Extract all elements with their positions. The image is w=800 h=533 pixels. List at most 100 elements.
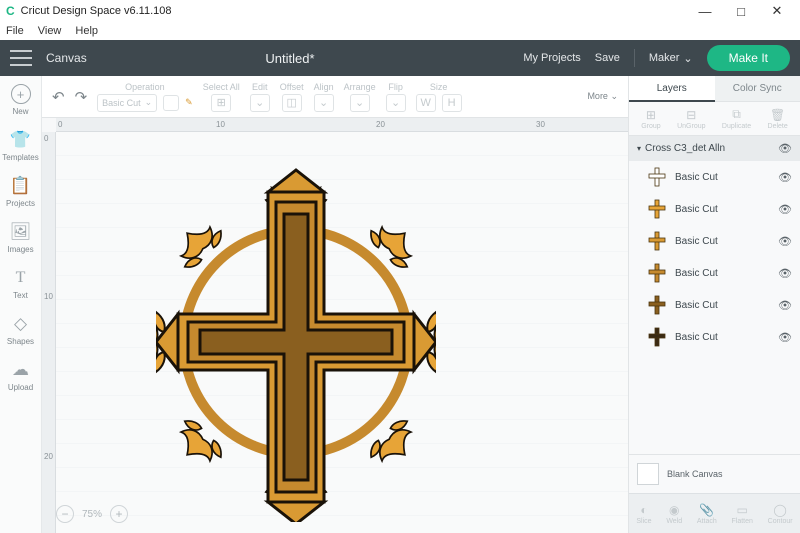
layer-ops-bottom: ◐Slice ◉Weld 📎Attach ▭Flatten ◯Contour bbox=[629, 493, 800, 533]
tab-colorsync[interactable]: Color Sync bbox=[715, 76, 800, 102]
weld-icon: ◉ bbox=[669, 503, 679, 517]
chevron-down-icon: ⌄ bbox=[145, 97, 153, 108]
plus-icon: + bbox=[11, 84, 31, 104]
eye-icon[interactable]: 👁 bbox=[778, 299, 792, 312]
flatten-icon: ▭ bbox=[737, 503, 748, 517]
shapes-icon: ◇ bbox=[10, 314, 30, 334]
offset-label: Offset bbox=[280, 82, 304, 92]
op-delete[interactable]: 🗑Delete bbox=[768, 108, 788, 130]
undo-icon[interactable]: ↶ bbox=[52, 88, 65, 106]
layer-label: Basic Cut bbox=[675, 268, 718, 279]
tool-shapes[interactable]: ◇Shapes bbox=[7, 314, 34, 346]
eye-icon[interactable]: 👁 bbox=[778, 331, 792, 344]
tool-images[interactable]: 🖼Images bbox=[7, 222, 33, 254]
app-icon: C bbox=[6, 4, 15, 18]
minimize-button[interactable]: — bbox=[688, 1, 722, 21]
app-menubar: File View Help bbox=[0, 22, 800, 40]
tool-upload[interactable]: ☁Upload bbox=[8, 360, 33, 392]
op-ungroup[interactable]: ⊟UnGroup bbox=[677, 108, 705, 130]
shirt-icon: 👕 bbox=[11, 130, 31, 150]
window-controls: — □ ✕ bbox=[688, 1, 794, 21]
blank-swatch bbox=[637, 463, 659, 485]
chevron-down-icon: ⌄ bbox=[683, 52, 692, 65]
close-button[interactable]: ✕ bbox=[760, 1, 794, 21]
more-button[interactable]: More ⌄ bbox=[587, 91, 618, 102]
layer-row[interactable]: Basic Cut👁 bbox=[629, 161, 800, 193]
menu-file[interactable]: File bbox=[6, 25, 24, 37]
maximize-button[interactable]: □ bbox=[724, 1, 758, 21]
layer-row[interactable]: Basic Cut👁 bbox=[629, 225, 800, 257]
window-title: Cricut Design Space v6.11.108 bbox=[21, 5, 688, 17]
tool-label: Upload bbox=[8, 383, 33, 392]
redo-icon[interactable]: ↷ bbox=[75, 88, 88, 106]
blank-canvas-row[interactable]: Blank Canvas bbox=[629, 454, 800, 493]
op-weld[interactable]: ◉Weld bbox=[666, 503, 682, 525]
operation-group: Operation Basic Cut⌄ ✎ bbox=[97, 82, 193, 112]
layer-label: Basic Cut bbox=[675, 204, 718, 215]
menu-view[interactable]: View bbox=[38, 25, 62, 37]
edit-label: Edit bbox=[252, 82, 268, 92]
arrange-button[interactable]: ⌄ bbox=[350, 94, 370, 112]
save-button[interactable]: Save bbox=[595, 52, 620, 64]
layers-panel: Layers Color Sync ⊞Group ⊟UnGroup ⧉Dupli… bbox=[628, 76, 800, 533]
color-swatch[interactable] bbox=[163, 95, 179, 111]
group-name: Cross C3_det Alln bbox=[645, 143, 725, 154]
contour-icon: ◯ bbox=[773, 503, 786, 517]
ruler-horizontal: 0 10 20 30 bbox=[56, 118, 628, 132]
edit-pen-icon[interactable]: ✎ bbox=[185, 97, 193, 108]
op-slice[interactable]: ◐Slice bbox=[636, 503, 651, 525]
operation-label: Operation bbox=[125, 82, 165, 92]
op-group[interactable]: ⊞Group bbox=[641, 108, 660, 130]
eye-icon[interactable]: 👁 bbox=[778, 142, 792, 155]
canvas-artwork[interactable] bbox=[156, 162, 436, 522]
canvas-mat[interactable] bbox=[56, 132, 628, 533]
zoom-out-button[interactable]: − bbox=[56, 505, 74, 523]
layer-ops-top: ⊞Group ⊟UnGroup ⧉Duplicate 🗑Delete bbox=[629, 102, 800, 136]
eye-icon[interactable]: 👁 bbox=[778, 267, 792, 280]
zoom-in-button[interactable]: + bbox=[110, 505, 128, 523]
layer-thumb bbox=[647, 326, 667, 348]
eye-icon[interactable]: 👁 bbox=[778, 235, 792, 248]
trash-icon: 🗑 bbox=[770, 108, 785, 122]
layer-row[interactable]: Basic Cut👁 bbox=[629, 289, 800, 321]
tab-layers[interactable]: Layers bbox=[629, 76, 715, 102]
flip-button[interactable]: ⌄ bbox=[386, 94, 406, 112]
ungroup-icon: ⊟ bbox=[686, 108, 696, 122]
zoom-controls: − 75% + bbox=[56, 505, 128, 523]
align-label: Align bbox=[314, 82, 334, 92]
align-button[interactable]: ⌄ bbox=[314, 94, 334, 112]
layer-thumb bbox=[647, 166, 667, 188]
make-it-button[interactable]: Make It bbox=[707, 45, 790, 71]
layer-row[interactable]: Basic Cut 👁 bbox=[629, 193, 800, 225]
size-h[interactable]: H bbox=[442, 94, 462, 112]
layer-group-row[interactable]: ▾ Cross C3_det Alln 👁 bbox=[629, 136, 800, 161]
select-all-label: Select All bbox=[203, 82, 240, 92]
layer-row[interactable]: Basic Cut 👁 bbox=[629, 257, 800, 289]
op-contour[interactable]: ◯Contour bbox=[768, 503, 793, 525]
edit-button[interactable]: ⌄ bbox=[250, 94, 270, 112]
menu-help[interactable]: Help bbox=[75, 25, 98, 37]
op-attach[interactable]: 📎Attach bbox=[697, 503, 717, 525]
op-duplicate[interactable]: ⧉Duplicate bbox=[722, 107, 751, 130]
machine-selector[interactable]: Maker ⌄ bbox=[649, 52, 693, 65]
tool-templates[interactable]: 👕Templates bbox=[2, 130, 38, 162]
layer-row[interactable]: Basic Cut👁 bbox=[629, 321, 800, 353]
tool-text[interactable]: TText bbox=[11, 268, 31, 300]
my-projects-link[interactable]: My Projects bbox=[523, 52, 580, 64]
offset-button[interactable]: ◫ bbox=[282, 94, 302, 112]
size-w[interactable]: W bbox=[416, 94, 436, 112]
canvas-area[interactable]: 0 10 20 30 0 10 20 bbox=[42, 118, 628, 533]
eye-icon[interactable]: 👁 bbox=[778, 171, 792, 184]
app-header: Canvas Untitled* My Projects Save Maker … bbox=[0, 40, 800, 76]
op-flatten[interactable]: ▭Flatten bbox=[732, 503, 753, 525]
tool-projects[interactable]: 📋Projects bbox=[6, 176, 35, 208]
layer-thumb bbox=[647, 198, 667, 220]
slice-icon: ◐ bbox=[640, 503, 647, 517]
menu-icon[interactable] bbox=[10, 50, 32, 66]
group-icon: ⊞ bbox=[646, 108, 656, 122]
document-title: Untitled* bbox=[57, 51, 524, 66]
eye-icon[interactable]: 👁 bbox=[778, 203, 792, 216]
operation-dropdown[interactable]: Basic Cut⌄ bbox=[97, 94, 157, 112]
tool-new[interactable]: +New bbox=[11, 84, 31, 116]
select-all-button[interactable]: ⊞ bbox=[211, 94, 231, 112]
